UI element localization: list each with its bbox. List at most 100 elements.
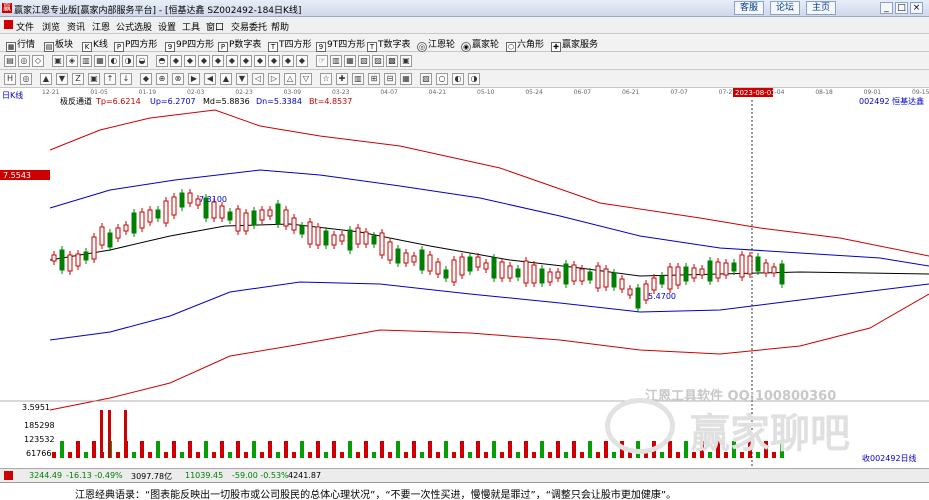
draw-tool-button[interactable]: ▨ — [372, 55, 384, 67]
menu-gann[interactable]: 江恩 — [92, 20, 110, 33]
draw-tool-button[interactable]: ◓ — [156, 55, 168, 67]
toolbar-9p-square-button[interactable]: 9 9P四方形 — [165, 37, 214, 52]
chart-tool-button[interactable]: H — [4, 73, 16, 85]
toolbar-p-square-button[interactable]: P P四方形 — [114, 37, 157, 52]
menu-formula-select[interactable]: 公式选股 — [116, 20, 152, 33]
chart-tool-button[interactable]: ⊞ — [368, 73, 380, 85]
chart-tool-button[interactable]: ↓ — [120, 73, 132, 85]
candle-body — [251, 210, 257, 226]
date-tick: 05-10 — [477, 89, 495, 96]
chart-tool-button[interactable]: ▣ — [88, 73, 100, 85]
draw-tool-button[interactable]: ◆ — [282, 55, 294, 67]
chart-tool-button[interactable]: ☆ — [320, 73, 332, 85]
chart-tool-button[interactable]: ▷ — [268, 73, 280, 85]
menu-settings[interactable]: 设置 — [158, 20, 176, 33]
draw-tool-button[interactable]: ◆ — [212, 55, 224, 67]
menu-trade[interactable]: 交易委托 — [231, 20, 267, 33]
toolbar-kline-button[interactable]: K K线 — [82, 37, 108, 52]
kline-chart-area[interactable]: 12-21 01-05 01-19 02-03 02-23 03-09 03-23 04-07… — [0, 88, 929, 468]
chart-tool-button[interactable]: ◆ — [140, 73, 152, 85]
candle-body — [267, 209, 273, 217]
chart-tool-button[interactable]: ▦ — [400, 73, 412, 85]
draw-tool-button[interactable]: ◆ — [226, 55, 238, 67]
chart-tool-button[interactable]: ▼ — [236, 73, 248, 85]
draw-tool-button[interactable]: ◆ — [296, 55, 308, 67]
menu-tools[interactable]: 工具 — [182, 20, 200, 33]
chart-tool-button[interactable]: ▼ — [56, 73, 68, 85]
chart-tool-button[interactable]: ◀ — [204, 73, 216, 85]
chart-tool-button[interactable]: ○ — [436, 73, 448, 85]
menu-file[interactable]: 文件 — [16, 20, 34, 33]
chart-tool-button[interactable]: ✚ — [336, 73, 348, 85]
toolbar-market-button[interactable]: ▦ 行情 — [6, 37, 35, 52]
main-toolbar: ▦ 行情 ▤ 板块 K K线 P P四方形 9 9P四方形 P P数字表 T T四方形 9 9T… — [0, 34, 929, 52]
close-button[interactable]: × — [910, 2, 923, 14]
draw-tool-button[interactable]: ▧ — [358, 55, 370, 67]
chart-tool-button[interactable]: ▽ — [300, 73, 312, 85]
toolbar-hexagon-button[interactable]: ⬡ 六角形 — [506, 37, 544, 52]
chart-tool-button[interactable]: ↑ — [104, 73, 116, 85]
draw-tool-button[interactable]: ▩ — [386, 55, 398, 67]
toolbar-winner-wheel-button[interactable]: ◉ 赢家轮 — [461, 37, 499, 52]
candle-body — [307, 221, 313, 245]
chart-tool-button[interactable]: ◎ — [20, 73, 32, 85]
draw-tool-button[interactable]: ◎ — [18, 55, 30, 67]
toolbar-t-square-button[interactable]: T T四方形 — [268, 37, 312, 52]
customer-service-button[interactable]: 客服 — [734, 1, 764, 15]
chart-tool-button[interactable]: ▧ — [420, 73, 432, 85]
toolbar-9t-square-button[interactable]: 9 9T四方形 — [316, 37, 365, 52]
chart-tool-button[interactable]: ◐ — [452, 73, 464, 85]
draw-tool-button[interactable]: ▦ — [344, 55, 356, 67]
chart-tool-button[interactable]: ⊕ — [156, 73, 168, 85]
draw-tool-button[interactable]: ◒ — [136, 55, 148, 67]
draw-tool-button[interactable]: ▣ — [400, 55, 412, 67]
chart-tool-button[interactable]: ▲ — [220, 73, 232, 85]
chart-tool-button[interactable]: Z — [72, 73, 84, 85]
draw-tool-button[interactable]: ◆ — [170, 55, 182, 67]
draw-tool-button[interactable]: ▤ — [4, 55, 16, 67]
toolbar-service-button[interactable]: ✚ 赢家服务 — [551, 37, 598, 52]
volume-bar — [332, 441, 336, 458]
draw-tool-button[interactable]: ▦ — [94, 55, 106, 67]
status-icon — [4, 471, 13, 480]
toolbar-t-number-button[interactable]: T T数字表 — [367, 37, 411, 52]
volume-bar — [516, 452, 520, 458]
chart-tool-button[interactable]: ▲ — [40, 73, 52, 85]
chart-tool-button[interactable]: ⊗ — [172, 73, 184, 85]
volume-bar — [508, 441, 512, 458]
toolbar-sector-button[interactable]: ▤ 板块 — [44, 37, 73, 52]
draw-tool-button[interactable]: ◆ — [240, 55, 252, 67]
chart-tool-button[interactable]: ◁ — [252, 73, 264, 85]
toolbar-gann-wheel-button[interactable]: ◎ 江恩轮 — [417, 37, 455, 52]
draw-tool-button[interactable]: ☞ — [316, 55, 328, 67]
draw-tool-button[interactable]: ▥ — [330, 55, 342, 67]
chart-tool-button[interactable]: ⊟ — [384, 73, 396, 85]
draw-tool-button[interactable]: ◆ — [254, 55, 266, 67]
menu-help[interactable]: 帮助 — [271, 20, 289, 33]
draw-tool-button[interactable]: ◇ — [32, 55, 44, 67]
draw-tool-button[interactable]: ▣ — [52, 55, 64, 67]
maximize-button[interactable]: □ — [895, 2, 908, 14]
menu-browse[interactable]: 浏览 — [42, 20, 60, 33]
draw-tool-button[interactable]: ◐ — [108, 55, 120, 67]
chart-tool-button[interactable]: ◑ — [468, 73, 480, 85]
volume-bar — [268, 441, 272, 458]
draw-tool-button[interactable]: ◆ — [184, 55, 196, 67]
minimize-button[interactable]: _ — [880, 2, 893, 14]
volume-bar — [596, 452, 600, 458]
toolbar-p-number-button[interactable]: P P数字表 — [218, 37, 261, 52]
draw-tool-button[interactable]: ◈ — [66, 55, 78, 67]
draw-tool-button[interactable]: ◆ — [198, 55, 210, 67]
draw-tool-button[interactable]: ◆ — [268, 55, 280, 67]
candle-body — [411, 255, 417, 263]
draw-tool-button[interactable]: ◑ — [122, 55, 134, 67]
draw-tool-button[interactable]: ▥ — [80, 55, 92, 67]
candle-body — [547, 271, 553, 283]
chart-tool-button[interactable]: ▥ — [352, 73, 364, 85]
forum-button[interactable]: 论坛 — [770, 1, 800, 15]
menu-window[interactable]: 窗口 — [206, 20, 224, 33]
menu-news[interactable]: 资讯 — [67, 20, 85, 33]
chart-tool-button[interactable]: ▶ — [188, 73, 200, 85]
chart-tool-button[interactable]: △ — [284, 73, 296, 85]
homepage-button[interactable]: 主页 — [806, 1, 836, 15]
